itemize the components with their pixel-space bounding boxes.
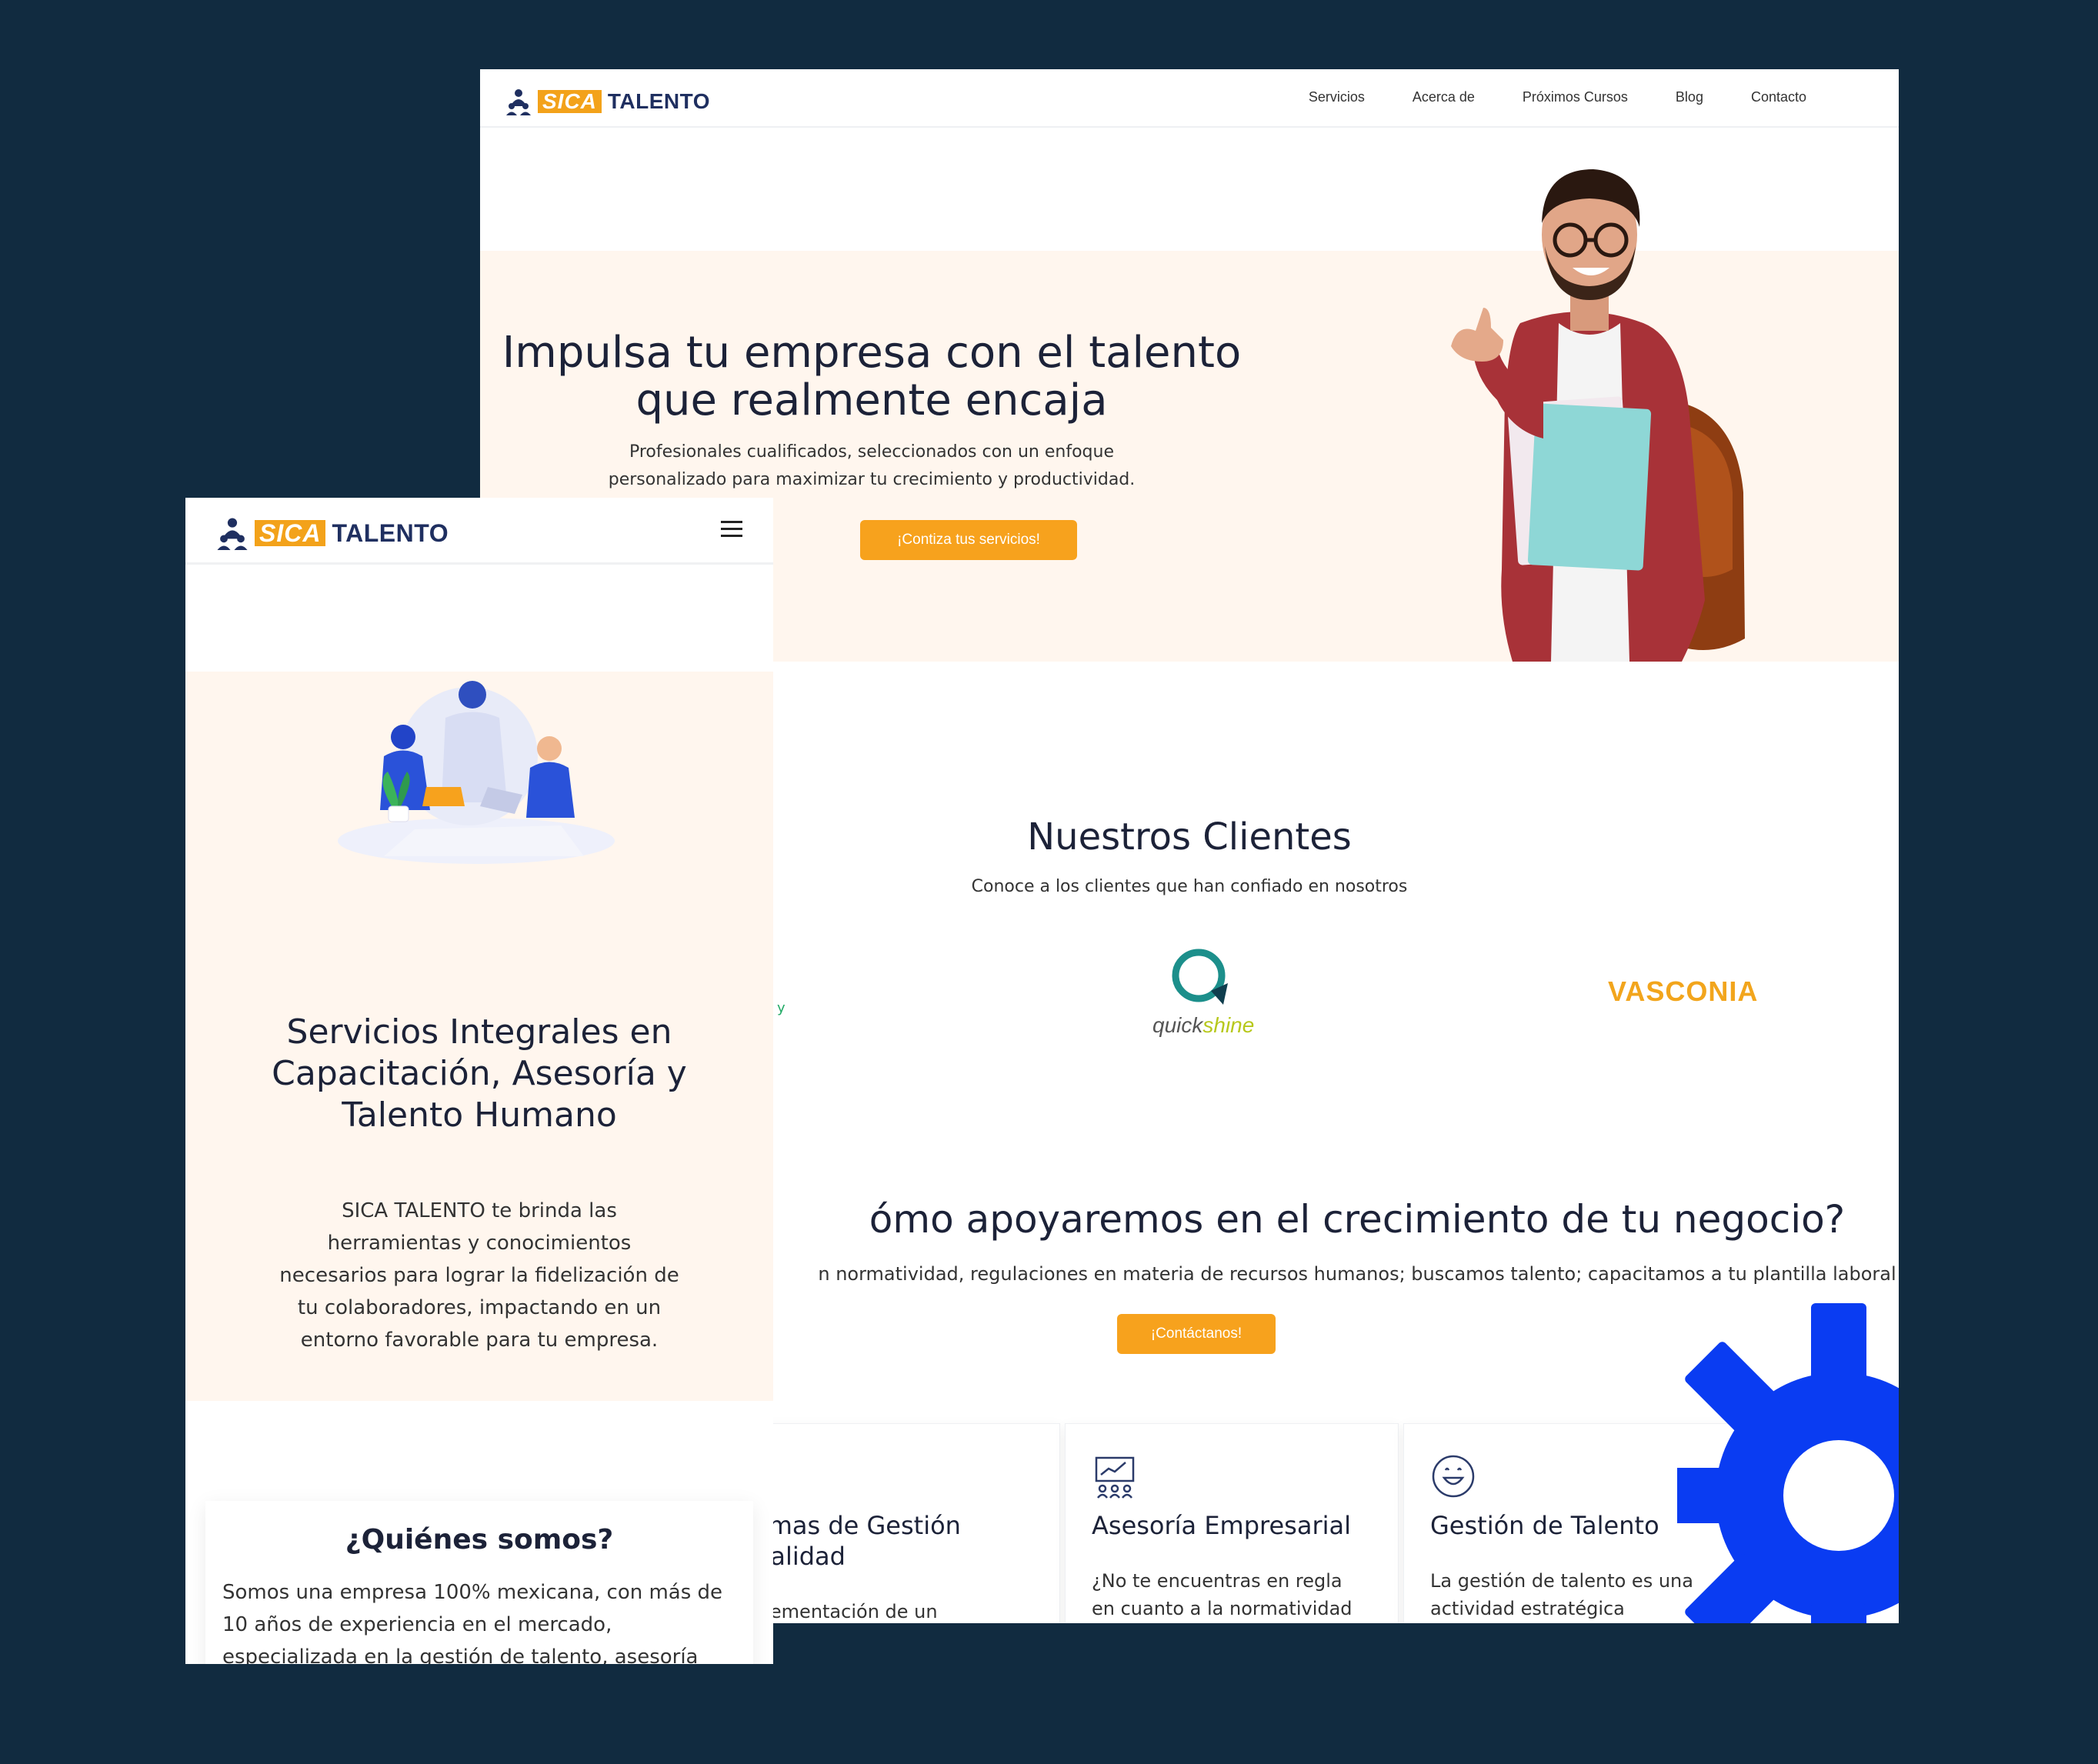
vasconia-logo: VASCONIA [1608,975,1759,1007]
people-logo-icon [217,518,248,550]
people-logo-icon [506,89,531,115]
brand-logo[interactable]: SICA TALENTO [505,88,710,115]
service-card-quality[interactable]: emas de Gestión Calidad plementación de … [726,1423,1060,1623]
service-card-consulting[interactable]: Asesoría Empresarial ¿No te encuentras e… [1065,1423,1399,1623]
smile-icon [1432,1455,1475,1498]
hero-subtitle: Profesionales cualificados, seleccionado… [608,442,1136,489]
service-card-text: plementación de un [753,1601,938,1622]
presentation-icon [1095,1456,1135,1499]
brand-talento: TALENTO [607,89,711,113]
mobile-hero-text: SICA TALENTO te brinda las herramientas … [279,1199,679,1352]
partial-client-logo: y [777,1000,785,1016]
mobile-mockup: SICA TALENTO Servicios Integrales en Cap… [185,498,773,1664]
service-card-title: emas de Gestión Calidad [753,1511,961,1571]
nav-servicios[interactable]: Servicios [1309,89,1365,105]
gear-icon [1677,1303,1899,1623]
nav-contacto[interactable]: Contacto [1751,89,1806,105]
mobile-hero: Servicios Integrales en Capacitación, As… [185,672,773,1401]
hero-title: Impulsa tu empresa con el talento que re… [502,328,1242,425]
brand-logo[interactable]: SICA TALENTO [216,516,449,550]
about-card: ¿Quiénes somos? Somos una empresa 100% m… [205,1501,753,1664]
desktop-menu: Servicios Acerca de Próximos Cursos Blog… [1309,89,1806,105]
about-text: Somos una empresa 100% mexicana, con más… [222,1581,723,1664]
quote-services-button[interactable]: ¡Contiza tus servicios! [860,520,1077,560]
contact-us-button[interactable]: ¡Contáctanos! [1117,1314,1276,1354]
student-photo [1451,169,1745,662]
service-card-text: La gestión de talento es una actividad e… [1430,1570,1693,1619]
about-title: ¿Quiénes somos? [345,1524,614,1556]
quickshine-text: quickshine [1152,1013,1254,1037]
service-card-title: Gestión de Talento [1430,1511,1659,1540]
service-card-text: ¿No te encuentras en regla en cuanto a l… [1092,1570,1353,1619]
brand-talento: TALENTO [332,519,449,547]
brand-sica: SICA [255,520,326,546]
desktop-navbar: SICA TALENTO Servicios Acerca de Próximo… [480,69,1899,128]
hamburger-menu-icon[interactable] [721,521,742,539]
nav-blog[interactable]: Blog [1676,89,1703,105]
brand-sica: SICA [538,90,602,113]
mobile-navbar: SICA TALENTO [185,498,773,565]
quickshine-logo: quickshine [1151,946,1259,1039]
service-card-title: Asesoría Empresarial [1092,1511,1351,1540]
quickshine-q-icon: quickshine [1152,949,1254,1037]
team-illustration [338,681,615,864]
nav-proximos-cursos[interactable]: Próximos Cursos [1523,89,1628,105]
mobile-hero-title: Servicios Integrales en Capacitación, As… [272,1012,687,1135]
nav-acerca-de[interactable]: Acerca de [1413,89,1475,105]
